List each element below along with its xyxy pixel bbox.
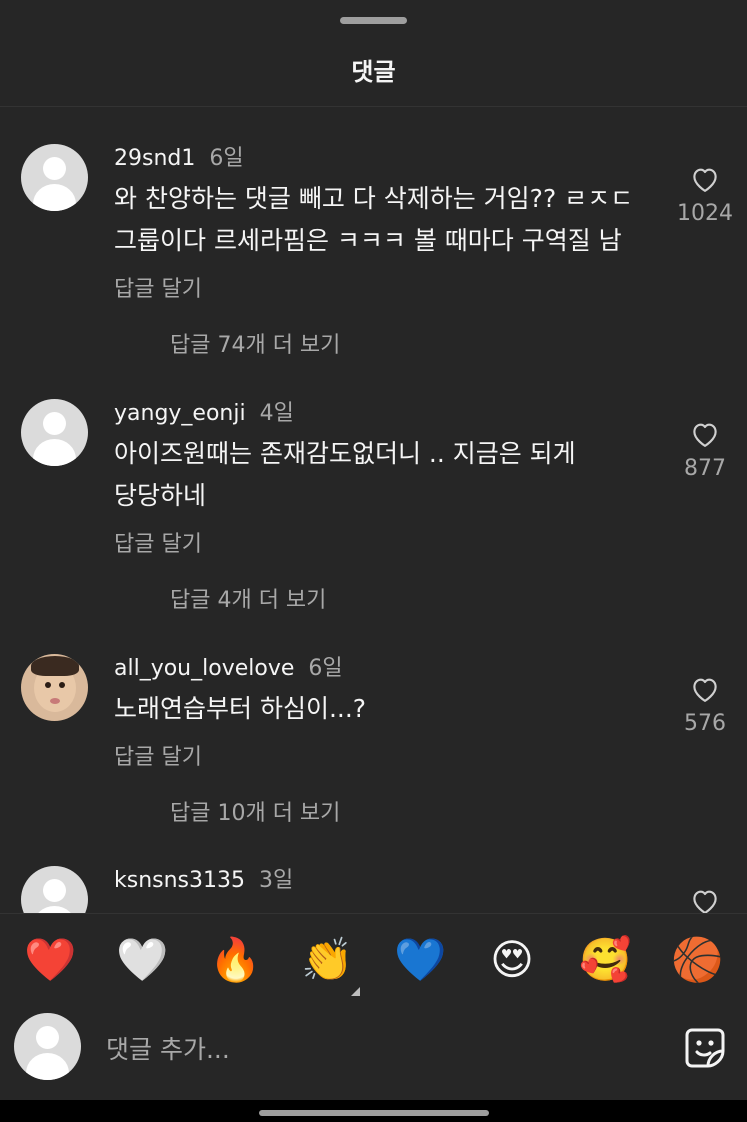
red-heart-icon[interactable]: ❤️ [24,934,76,986]
like-button[interactable] [676,887,734,913]
heart-outline-icon [693,890,717,913]
reply-button[interactable]: 답글 달기 [114,271,202,303]
like-button[interactable]: 1024 [676,165,734,226]
comments-sheet: 댓글 29snd1 6일 와 찬양하는 댓글 빼고 다 삭제하는 거임?? ㄹㅈㄷ… [0,0,747,1100]
comment-text: 노래연습부터 하심이...? [114,688,654,730]
comment-text-line: 그룹이다 르세라핌은 ㅋㅋㅋ 볼 때마다 구역질 남 [114,226,622,255]
comment-time: 6일 [308,656,343,681]
comment-list[interactable]: 29snd1 6일 와 찬양하는 댓글 빼고 다 삭제하는 거임?? ㄹㅈㄷ 그룹… [0,107,747,913]
fire-icon[interactable]: 🔥 [209,934,261,986]
system-nav-bar [0,1100,747,1122]
sticker-icon[interactable] [682,1025,728,1071]
comment-meta: yangy_eonji 4일 [114,395,294,427]
username[interactable]: yangy_eonji [114,401,246,426]
username[interactable]: all_you_lovelove [114,656,294,681]
comment-composer [0,1005,747,1100]
avatar[interactable] [21,866,88,913]
heart-outline-icon [693,168,717,192]
view-more-replies-button[interactable]: 답글 4개 더 보기 [170,582,326,614]
comment-meta: 29snd1 6일 [114,140,244,172]
reply-button[interactable]: 답글 달기 [114,526,202,558]
comment-input[interactable] [106,1027,646,1071]
skin-tone-indicator [351,987,360,996]
avatar[interactable] [21,654,88,721]
comment-time: 3일 [259,868,294,893]
smiling-hearts-icon[interactable]: 🥰 [579,934,631,986]
white-heart-icon[interactable]: 🤍 [116,934,168,986]
blue-heart-icon[interactable]: 💙 [394,934,446,986]
reply-button[interactable]: 답글 달기 [114,739,202,771]
avatar[interactable] [21,144,88,211]
username[interactable]: 29snd1 [114,146,195,171]
sheet-drag-handle[interactable] [340,17,407,24]
like-count: 576 [684,711,726,736]
heart-outline-icon [693,678,717,702]
comment-time: 6일 [209,146,244,171]
comment-text: 아이즈원때는 존재감도없더니 .. 지금은 되게 당당하네 [114,433,654,517]
comment-text-line: 당당하네 [114,481,207,510]
avatar[interactable] [21,399,88,466]
comment-meta: all_you_lovelove 6일 [114,650,343,682]
home-indicator[interactable] [259,1110,489,1116]
username[interactable]: ksnsns3135 [114,868,245,893]
sheet-title: 댓글 [351,58,396,86]
comment-text-line: 아이즈원때는 존재감도없더니 .. 지금은 되게 [114,439,576,468]
current-user-avatar [14,1013,81,1080]
basketball-icon[interactable]: 🏀 [671,934,723,986]
view-more-replies-button[interactable]: 답글 74개 더 보기 [170,327,340,359]
comment-text-line: 와 찬양하는 댓글 빼고 다 삭제하는 거임?? ㄹㅈㄷ [114,184,634,213]
like-button[interactable]: 576 [676,675,734,736]
like-button[interactable]: 877 [676,420,734,481]
like-count: 877 [684,456,726,481]
comment-time: 4일 [259,401,294,426]
clapping-hands-icon[interactable]: 👏 [301,934,353,986]
quick-reaction-bar: ❤️ 🤍 🔥 👏 💙 😍 🥰 🏀 [0,913,747,1005]
comment-text: 와 찬양하는 댓글 빼고 다 삭제하는 거임?? ㄹㅈㄷ 그룹이다 르세라핌은 … [114,178,654,262]
comment-text-line: 노래연습부터 하심이...? [114,694,367,723]
comment-meta: ksnsns3135 3일 [114,862,293,894]
view-more-replies-button[interactable]: 답글 10개 더 보기 [170,795,340,827]
heart-outline-icon [693,423,717,447]
heart-eyes-icon[interactable]: 😍 [486,934,538,986]
like-count: 1024 [677,201,733,226]
